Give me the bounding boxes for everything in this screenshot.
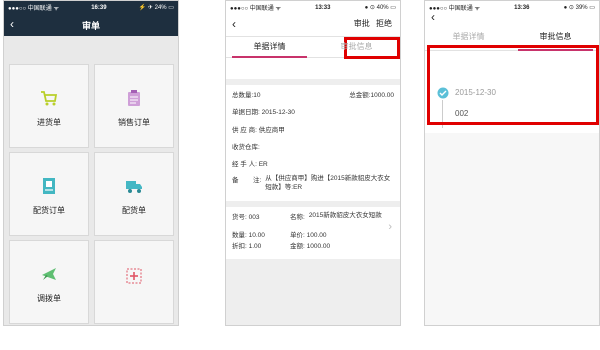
carrier-text: ●●●○○ 中国联通 ᯤ	[429, 6, 480, 12]
back-icon[interactable]: ‹	[232, 17, 236, 31]
item-price: 单价: 100.00	[290, 232, 327, 239]
carrier-text: ●●●○○ 中国联通 ᯤ	[230, 6, 281, 12]
document-icon	[43, 178, 55, 194]
clock-text: 13:33	[315, 4, 331, 11]
menu-item-distribution-order[interactable]: 配货订单	[9, 152, 89, 236]
item-quantity: 数量: 10.00	[232, 232, 265, 239]
document-date: 单据日期: 2015-12-30	[232, 109, 295, 116]
page-title: 审单	[81, 20, 100, 31]
summary-row: 总数量:10 总金额:1000.00	[226, 89, 400, 99]
add-icon	[126, 268, 142, 284]
clipboard-icon	[128, 90, 140, 106]
list-item[interactable]: 货号: 003 名称: 2015新款貂皮大衣女短款 数量: 10.00 单价: …	[226, 207, 400, 257]
remark-field: 备 注: 从【供应商甲】购进【2015新款貂皮大衣女短款】等:ER	[226, 174, 398, 192]
carrier-text: ●●●○○ 中国联通 ᯤ	[8, 6, 59, 12]
menu-item-label: 调拨单	[37, 294, 61, 303]
nav-bar: ‹	[425, 10, 599, 24]
reject-button[interactable]: 拒绝	[376, 19, 392, 28]
menu-item-label: 配货订单	[33, 206, 65, 215]
remark-text: 从【供应商甲】购进【2015新款貂皮大衣女短款】等:ER	[265, 175, 391, 191]
empty-area	[425, 133, 599, 325]
menu-item-transfer[interactable]: 调拨单	[9, 240, 89, 324]
phone-document-detail: ●●●○○ 中国联通 ᯤ 13:33 ● ⊙ 40% ▭ ‹ 审批 拒绝 单据详…	[225, 0, 401, 326]
chevron-right-icon: ›	[388, 221, 392, 233]
supplier-field: 供 应 商: 供应商甲	[232, 127, 285, 134]
menu-item-label: 销售订单	[118, 118, 150, 127]
total-quantity: 总数量:10	[232, 92, 261, 99]
menu-item-label: 进货单	[37, 118, 61, 127]
tab-approval-info[interactable]: 审批信息	[313, 37, 400, 57]
item-code: 货号: 003	[232, 214, 260, 221]
item-name: 2015新款貂皮大衣女短款	[308, 212, 382, 219]
clock-text: 13:36	[514, 4, 530, 11]
item-amount: 金额: 1000.00	[290, 243, 331, 250]
menu-item-add[interactable]	[94, 240, 174, 324]
item-name-label: 名称:	[290, 214, 305, 221]
status-bar: ●●●○○ 中国联通 ᯤ 16:39 ⚡ ✈ 24% ▭	[4, 1, 178, 14]
menu-item-distribution[interactable]: 配货单	[94, 152, 174, 236]
battery-text: ● ⊙ 40% ▭	[364, 5, 396, 11]
phone-audit-menu: ●●●○○ 中国联通 ᯤ 16:39 ⚡ ✈ 24% ▭ ‹ 审单 进货单 销售…	[3, 0, 179, 326]
nav-bar: ‹ 审单	[4, 14, 178, 36]
bottom-fill	[226, 259, 400, 325]
battery-text: ● ⊙ 39% ▭	[563, 5, 595, 11]
truck-icon	[126, 181, 142, 193]
approve-button[interactable]: 审批	[354, 19, 370, 28]
airplane-icon	[42, 268, 56, 280]
item-name-row: 名称: 2015新款貂皮大衣女短款	[284, 211, 396, 221]
menu-item-sales-order[interactable]: 销售订单	[94, 64, 174, 148]
nav-bar: ‹ 审批 拒绝	[226, 14, 400, 37]
clock-text: 16:39	[91, 4, 107, 11]
back-icon[interactable]: ‹	[431, 10, 435, 24]
status-bar: ●●●○○ 中国联通 ᯤ 13:36 ● ⊙ 39% ▭	[425, 1, 599, 14]
menu-item-label: 配货单	[122, 206, 146, 215]
handler-field: 经 手 人: ER	[232, 161, 268, 168]
remark-label: 备 注:	[232, 177, 262, 184]
tab-document-detail[interactable]: 单据详情	[226, 37, 313, 58]
warehouse-field: 收货仓库:	[232, 144, 260, 151]
item-discount: 折扣: 1.00	[232, 243, 262, 250]
tab-bar: 单据详情 审批信息	[226, 37, 400, 58]
cart-icon	[41, 91, 58, 106]
nav-actions: 审批 拒绝	[354, 18, 392, 29]
phone-approval-info: ●●●○○ 中国联通 ᯤ 13:36 ● ⊙ 39% ▭ ‹ 单据详情 审批信息…	[424, 0, 600, 326]
back-icon[interactable]: ‹	[10, 17, 14, 31]
menu-item-purchase[interactable]: 进货单	[9, 64, 89, 148]
highlight-box	[427, 45, 599, 125]
divider	[226, 79, 400, 85]
status-bar: ●●●○○ 中国联通 ᯤ 13:33 ● ⊙ 40% ▭	[226, 1, 400, 14]
battery-text: ⚡ ✈ 24% ▭	[138, 5, 174, 11]
total-amount: 总金额:1000.00	[349, 92, 394, 99]
